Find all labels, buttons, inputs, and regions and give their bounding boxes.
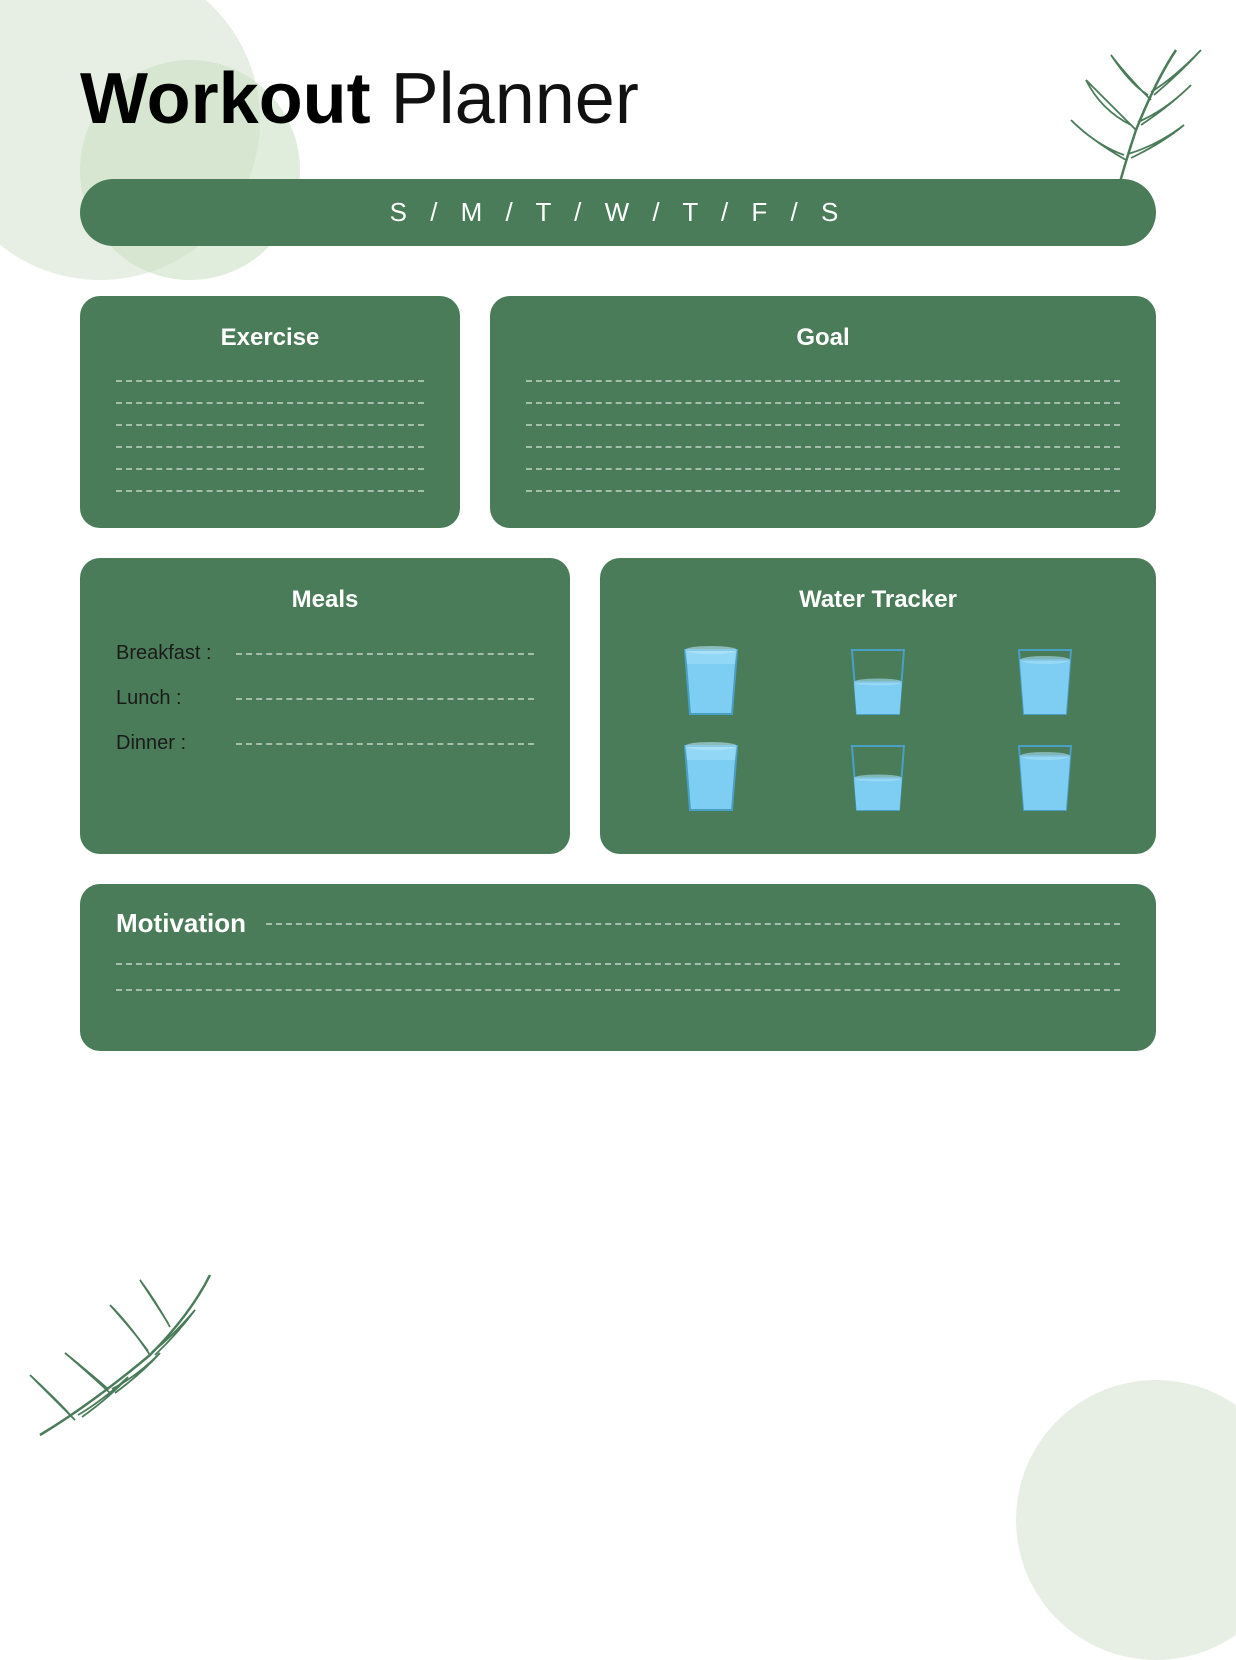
title-light: Planner (371, 59, 639, 139)
exercise-line-1 (116, 380, 424, 382)
motivation-card: Motivation (80, 884, 1156, 1051)
meals-card: Meals Breakfast : Lunch : Dinner : (80, 558, 570, 854)
dinner-row: Dinner : (116, 732, 534, 755)
exercise-lines (116, 380, 424, 492)
dinner-label: Dinner : (116, 732, 236, 755)
meals-water-row: Meals Breakfast : Lunch : Dinner : Water… (80, 558, 1156, 854)
goal-line-1 (526, 380, 1120, 382)
exercise-card: Exercise (80, 296, 460, 528)
goal-card: Goal (490, 296, 1156, 528)
exercise-line-2 (116, 402, 424, 404)
water-glass-3 (1009, 642, 1081, 722)
exercise-line-6 (116, 490, 424, 492)
motivation-line-1 (116, 963, 1120, 965)
water-card: Water Tracker (600, 558, 1156, 854)
meals-title: Meals (116, 586, 534, 614)
goal-lines (526, 380, 1120, 492)
page-title: Workout Planner (80, 60, 1156, 139)
goal-line-4 (526, 446, 1120, 448)
exercise-line-4 (116, 446, 424, 448)
lunch-label: Lunch : (116, 687, 236, 710)
exercise-line-5 (116, 468, 424, 470)
days-bar: S / M / T / W / T / F / S (80, 179, 1156, 246)
water-glass-6 (1009, 738, 1081, 818)
water-title: Water Tracker (636, 586, 1120, 614)
goal-title: Goal (526, 324, 1120, 352)
water-glass-4 (675, 738, 747, 818)
main-content: Workout Planner S / M / T / W / T / F / … (0, 0, 1236, 1111)
dinner-line (236, 743, 534, 745)
motivation-lines (116, 963, 1120, 1015)
breakfast-row: Breakfast : (116, 642, 534, 665)
exercise-title: Exercise (116, 324, 424, 352)
motivation-line-2 (116, 989, 1120, 991)
water-grid (636, 642, 1120, 818)
breakfast-line (236, 653, 534, 655)
breakfast-label: Breakfast : (116, 642, 236, 665)
goal-line-5 (526, 468, 1120, 470)
exercise-goal-row: Exercise Goal (80, 296, 1156, 528)
lunch-row: Lunch : (116, 687, 534, 710)
lunch-line (236, 698, 534, 700)
motivation-top-row: Motivation (116, 908, 1120, 939)
goal-line-3 (526, 424, 1120, 426)
title-bold: Workout (80, 59, 371, 139)
motivation-inline-line (266, 923, 1120, 925)
water-glass-5 (842, 738, 914, 818)
exercise-line-3 (116, 424, 424, 426)
days-bar-text: S / M / T / W / T / F / S (390, 197, 847, 227)
goal-line-6 (526, 490, 1120, 492)
water-glass-1 (675, 642, 747, 722)
goal-line-2 (526, 402, 1120, 404)
bg-circle-bottom-right (1016, 1380, 1236, 1660)
water-glass-2 (842, 642, 914, 722)
motivation-title: Motivation (116, 908, 246, 939)
leaf-bottom-left-icon (10, 1255, 230, 1460)
